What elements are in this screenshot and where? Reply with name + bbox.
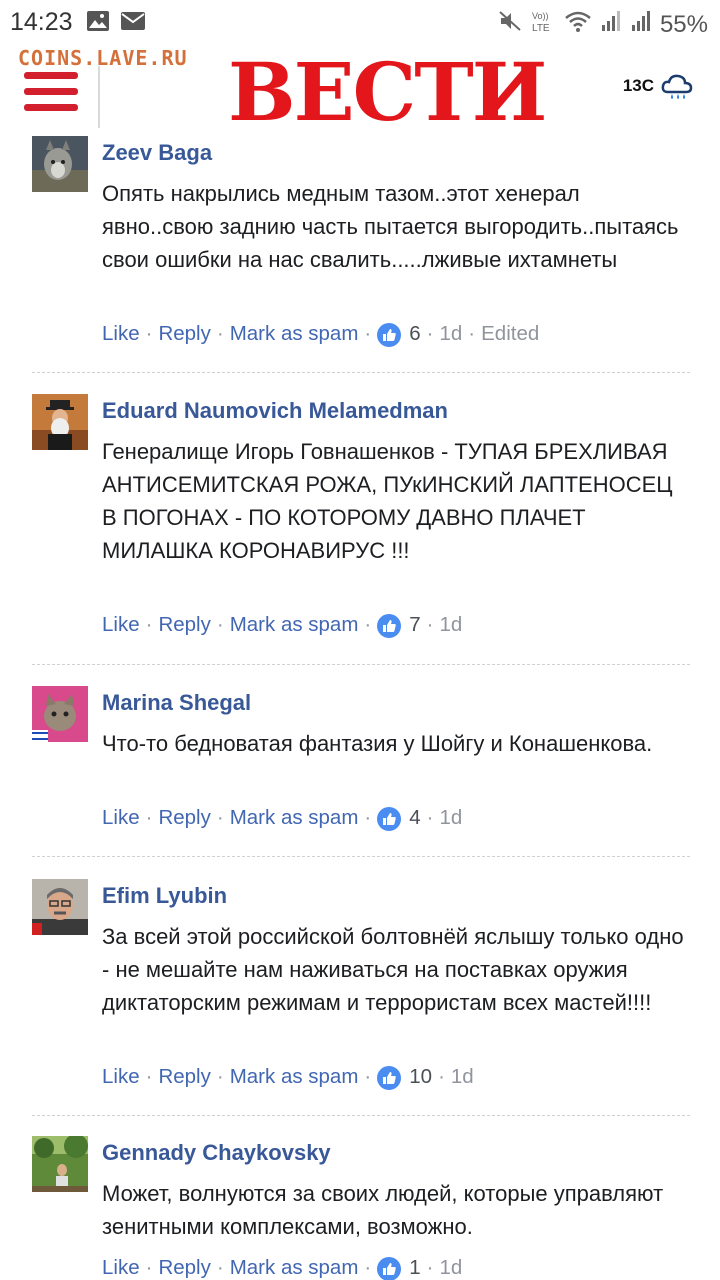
comment-time[interactable]: 1d — [439, 806, 462, 830]
comment-time[interactable]: 1d — [439, 1256, 462, 1280]
mark-spam-link[interactable]: Mark as spam — [230, 613, 359, 637]
comment-author[interactable]: Efim Lyubin — [102, 883, 227, 909]
comment-time[interactable]: 1d — [439, 613, 462, 637]
hamburger-icon — [24, 72, 78, 79]
comment-text: Может, волнуются за своих людей, которые… — [102, 1181, 664, 1239]
weather-temp: 13C — [622, 76, 654, 95]
comment-divider — [32, 856, 690, 857]
thumbs-up-icon — [377, 323, 402, 347]
signal-icon — [600, 9, 622, 40]
mark-spam-link[interactable]: Mark as spam — [230, 1065, 359, 1089]
comment-actions: Like · Reply · Mark as spam · 4 · 1d — [102, 806, 463, 831]
reply-link[interactable]: Reply — [158, 1065, 210, 1089]
wifi-icon — [564, 9, 592, 40]
reply-link[interactable]: Reply — [158, 1256, 210, 1280]
volte-icon: Vo)) LTE — [530, 8, 556, 41]
svg-text:LTE: LTE — [532, 23, 550, 34]
like-link[interactable]: Like — [102, 613, 140, 637]
mute-icon — [498, 9, 522, 40]
comment-author[interactable]: Eduard Naumovich Melamedman — [102, 398, 448, 424]
site-logo[interactable]: ВЕСТИ — [228, 52, 547, 132]
weather-widget[interactable]: 13C — [623, 72, 694, 109]
site-header: COINS.LAVE.RU ВЕСТИ 13C — [0, 44, 720, 134]
comment-actions: Like · Reply · Mark as spam · 1 · 1d — [102, 1256, 463, 1280]
avatar[interactable] — [32, 1136, 88, 1192]
avatar[interactable] — [32, 686, 88, 742]
thumbs-up-icon — [377, 1066, 402, 1090]
status-bar: 14:23 Vo)) LTE 55% — [0, 0, 720, 44]
like-link[interactable]: Like — [102, 1256, 140, 1280]
signal-icon-2 — [630, 9, 652, 40]
notification-icons — [86, 10, 146, 37]
avatar[interactable] — [32, 879, 88, 935]
comment-time[interactable]: 1d — [439, 322, 462, 346]
header-divider — [98, 66, 100, 128]
thumbs-up-icon — [377, 1257, 402, 1280]
mark-spam-link[interactable]: Mark as spam — [230, 806, 359, 830]
mail-icon — [120, 10, 146, 37]
comment-actions: Like · Reply · Mark as spam · 6 · 1d · E… — [102, 322, 540, 347]
watermark: COINS.LAVE.RU — [18, 46, 188, 70]
mark-spam-link[interactable]: Mark as spam — [230, 1256, 359, 1280]
rain-cloud-icon — [660, 72, 694, 109]
comment-author[interactable]: Gennady Chaykovsky — [102, 1140, 331, 1166]
mark-spam-link[interactable]: Mark as spam — [230, 322, 359, 346]
reply-link[interactable]: Reply — [158, 613, 210, 637]
like-link[interactable]: Like — [102, 322, 140, 346]
reply-link[interactable]: Reply — [158, 322, 210, 346]
like-count: 7 — [409, 613, 421, 636]
comment-text: Генералище Игорь Говнашенков - ТУПАЯ БРЕ… — [102, 439, 673, 563]
like-count: 4 — [409, 806, 421, 829]
comment-text: За всей этой российской болтовнёй яслышу… — [102, 924, 684, 1015]
like-count: 1 — [409, 1256, 421, 1279]
comments-feed[interactable]: Zeev Baga Опять накрылись медным тазом..… — [0, 134, 720, 1280]
gallery-icon — [86, 10, 110, 37]
comment-actions: Like · Reply · Mark as spam · 7 · 1d — [102, 613, 463, 638]
thumbs-up-icon — [377, 807, 402, 831]
comment-text: Что-то бедноватая фантазия у Шойгу и Кон… — [102, 731, 653, 756]
svg-text:Vo)): Vo)) — [532, 11, 549, 21]
comment-author[interactable]: Zeev Baga — [102, 140, 212, 166]
comment-time[interactable]: 1d — [451, 1065, 474, 1089]
avatar[interactable] — [32, 394, 88, 450]
menu-button[interactable] — [24, 72, 78, 120]
comment-author[interactable]: Marina Shegal — [102, 690, 251, 716]
comment-divider — [32, 372, 690, 373]
avatar[interactable] — [32, 136, 88, 192]
like-link[interactable]: Like — [102, 806, 140, 830]
like-count: 6 — [409, 322, 421, 345]
status-right: Vo)) LTE 55% — [498, 8, 708, 41]
like-count: 10 — [409, 1065, 433, 1088]
reply-link[interactable]: Reply — [158, 806, 210, 830]
comment-text: Опять накрылись медным тазом..этот хенер… — [102, 181, 679, 272]
comment-divider — [32, 1115, 690, 1116]
comment-divider — [32, 664, 690, 665]
thumbs-up-icon — [377, 614, 402, 638]
comment-actions: Like · Reply · Mark as spam · 10 · 1d — [102, 1065, 474, 1090]
like-link[interactable]: Like — [102, 1065, 140, 1089]
battery-percent: 55% — [659, 10, 708, 38]
status-time: 14:23 — [10, 8, 73, 36]
edited-label: Edited — [481, 322, 540, 345]
